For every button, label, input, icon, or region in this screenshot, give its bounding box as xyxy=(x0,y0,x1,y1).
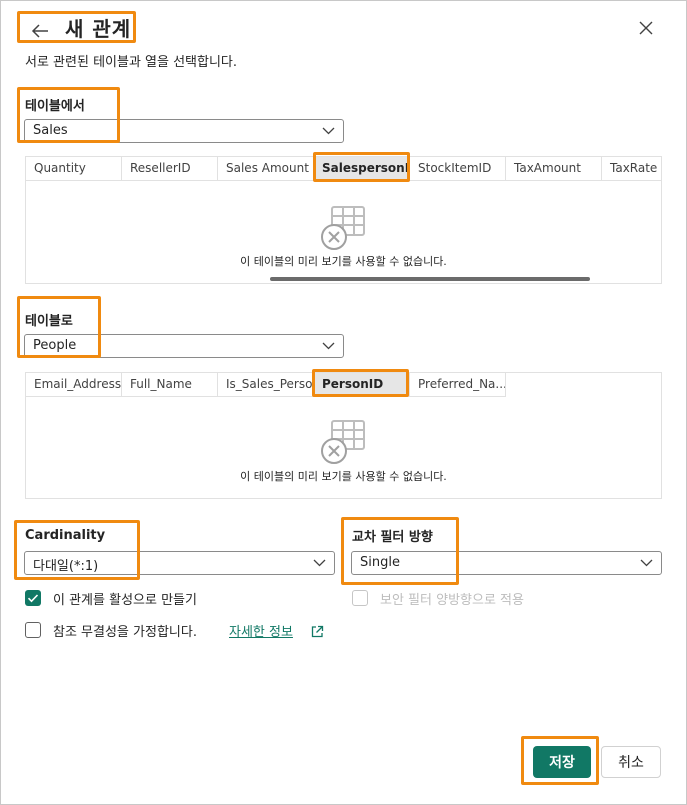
make-active-checkbox[interactable] xyxy=(25,590,41,606)
from-table-preview: Quantity ResellerID Sales Amount Salespe… xyxy=(25,156,662,284)
chevron-down-icon xyxy=(322,342,335,350)
column-header-selected[interactable]: SalespersonP... xyxy=(314,157,410,181)
column-header[interactable]: ResellerID xyxy=(122,157,218,181)
column-header-selected[interactable]: PersonID xyxy=(314,373,410,397)
column-header[interactable]: Quantity xyxy=(26,157,122,181)
column-header[interactable]: StockItemID xyxy=(410,157,506,181)
close-icon[interactable] xyxy=(635,17,657,39)
cardinality-label: Cardinality xyxy=(25,528,106,543)
make-active-label: 이 관계를 활성으로 만들기 xyxy=(53,593,197,608)
back-arrow-icon[interactable] xyxy=(28,19,52,43)
to-table-select-value: People xyxy=(33,338,77,353)
to-table-column-header: Email_Address Full_Name Is_Sales_Person … xyxy=(26,373,506,397)
from-table-label: 테이블에서 xyxy=(25,99,85,114)
from-table-column-header: Quantity ResellerID Sales Amount Salespe… xyxy=(26,157,661,181)
learn-more-link[interactable]: 자세한 정보 xyxy=(229,621,293,640)
to-table-label: 테이블로 xyxy=(25,314,73,329)
cross-filter-select-value: Single xyxy=(360,555,400,570)
cross-filter-label: 교차 필터 방향 xyxy=(352,530,433,545)
column-header[interactable]: TaxAmount xyxy=(506,157,602,181)
column-header[interactable]: TaxRate xyxy=(602,157,661,181)
table-unavailable-icon xyxy=(321,420,365,464)
referential-integrity-checkbox[interactable] xyxy=(25,622,41,638)
checkmark-icon xyxy=(27,594,39,603)
column-header[interactable]: Email_Address xyxy=(26,373,122,397)
chevron-down-icon xyxy=(322,127,335,135)
security-filter-checkbox xyxy=(352,590,368,606)
new-relationship-dialog: 새 관계 서로 관련된 테이블과 열을 선택합니다. 테이블에서 Sales Q… xyxy=(0,0,687,805)
to-table-preview: Email_Address Full_Name Is_Sales_Person … xyxy=(25,372,662,499)
to-table-select[interactable]: People xyxy=(24,334,344,358)
chevron-down-icon xyxy=(640,559,653,567)
horizontal-scrollbar[interactable] xyxy=(270,277,590,281)
cardinality-select-value: 다대일(*:1) xyxy=(33,559,99,574)
table-unavailable-icon xyxy=(321,206,365,250)
column-header[interactable]: Full_Name xyxy=(122,373,218,397)
save-button[interactable]: 저장 xyxy=(533,746,591,778)
chevron-down-icon xyxy=(313,559,326,567)
dialog-title: 새 관계 xyxy=(65,17,132,41)
cross-filter-select[interactable]: Single xyxy=(351,551,662,575)
open-external-icon[interactable] xyxy=(310,625,324,639)
from-table-empty-message: 이 테이블의 미리 보기를 사용할 수 없습니다. xyxy=(240,255,447,268)
column-header[interactable]: Is_Sales_Person xyxy=(218,373,314,397)
column-header[interactable]: Preferred_Na... xyxy=(410,373,506,397)
cancel-button[interactable]: 취소 xyxy=(601,746,661,778)
from-table-select-value: Sales xyxy=(33,123,68,138)
dialog-subtitle: 서로 관련된 테이블과 열을 선택합니다. xyxy=(25,55,238,70)
referential-integrity-label: 참조 무결성을 가정합니다. xyxy=(53,625,197,640)
from-table-select[interactable]: Sales xyxy=(24,119,344,143)
cardinality-select[interactable]: 다대일(*:1) xyxy=(24,551,335,575)
security-filter-label: 보안 필터 양방향으로 적용 xyxy=(380,593,524,608)
to-table-empty-message: 이 테이블의 미리 보기를 사용할 수 없습니다. xyxy=(240,470,447,483)
column-header[interactable]: Sales Amount xyxy=(218,157,314,181)
